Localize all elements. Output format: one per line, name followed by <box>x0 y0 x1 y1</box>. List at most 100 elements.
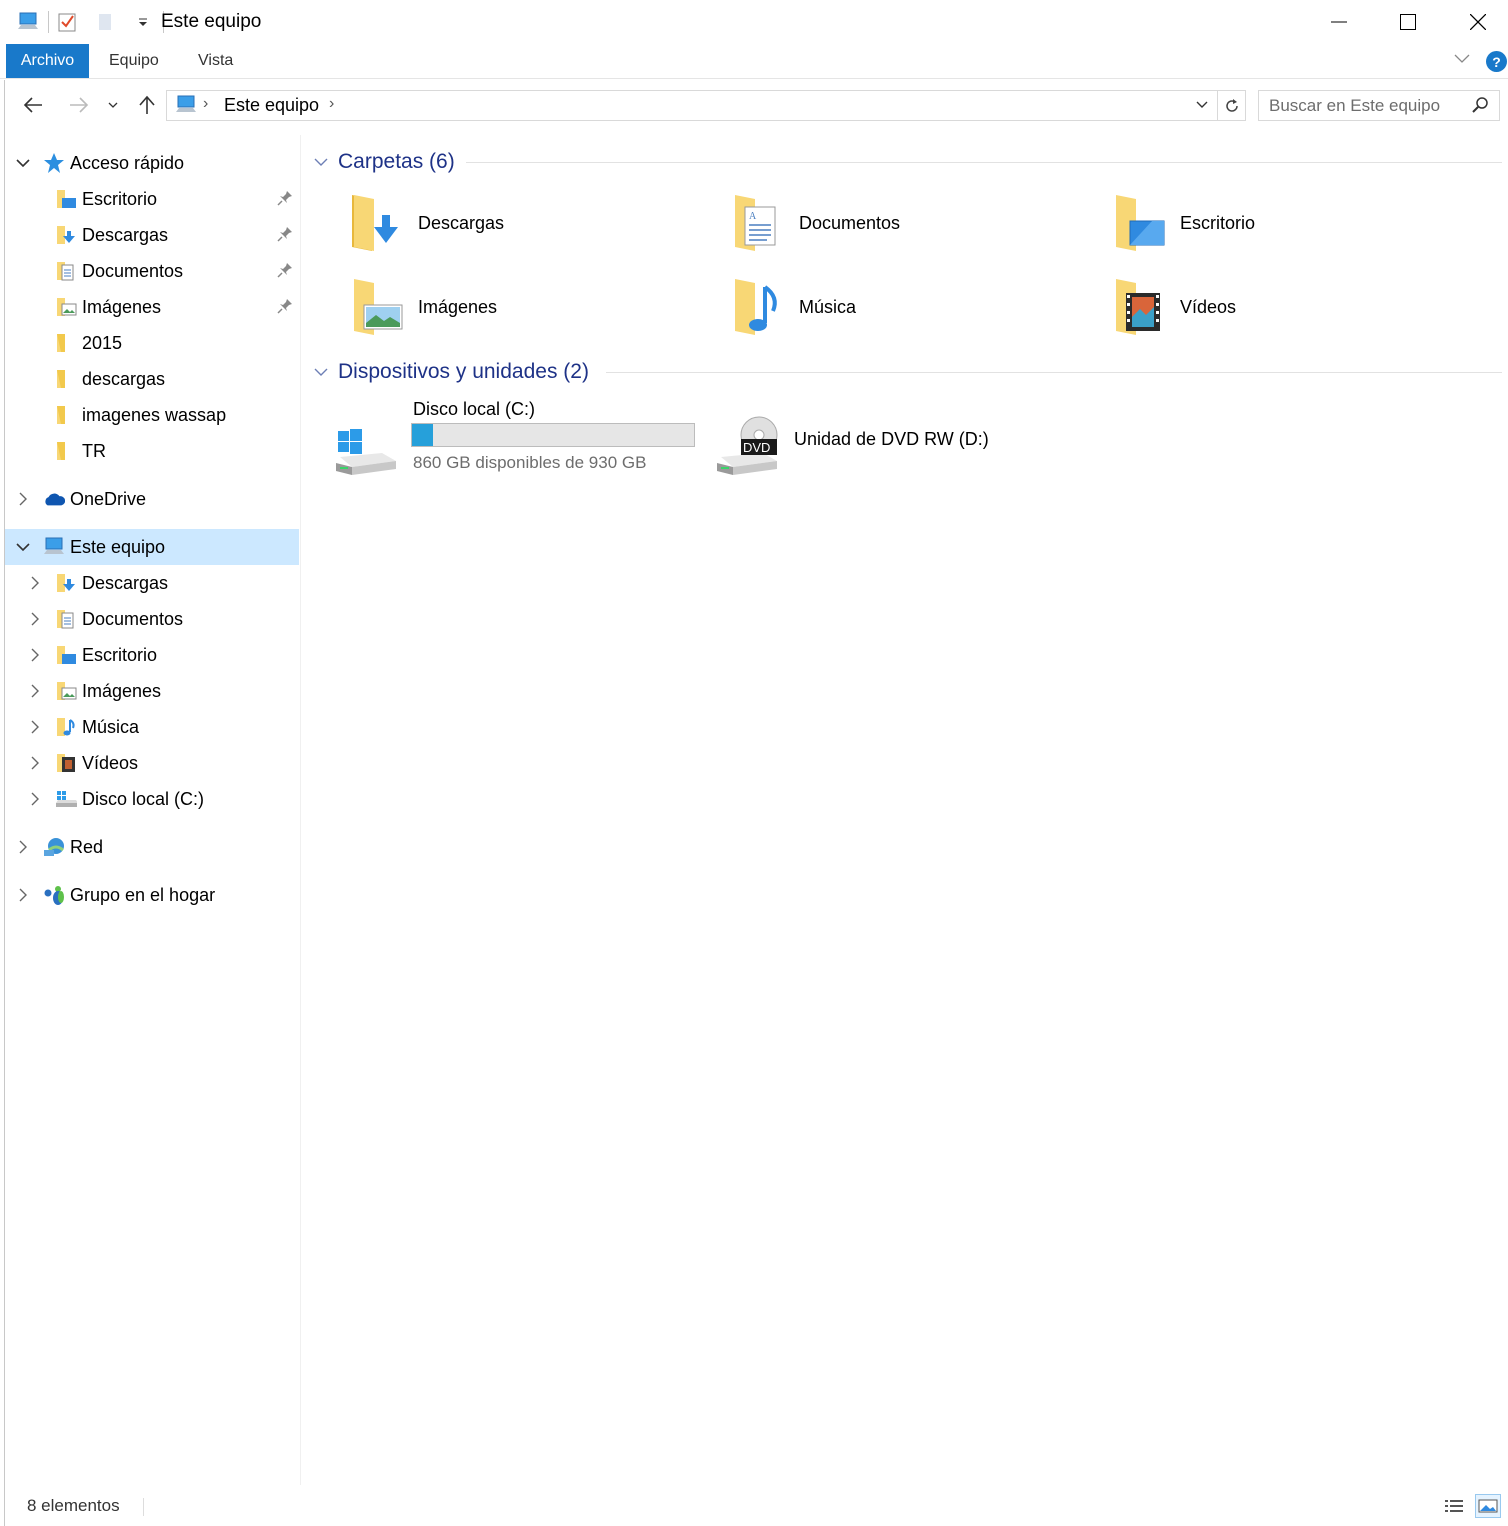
customize-toolbar-icon[interactable] <box>131 10 155 34</box>
sidebar-item-label: Descargas <box>82 224 169 245</box>
drive-free-space: 860 GB disponibles de 930 GB <box>413 453 647 472</box>
sidebar-item-descargas-lower[interactable]: descargas <box>5 361 299 397</box>
search-icon[interactable] <box>1471 96 1489 119</box>
sidebar-item-pc-musica[interactable]: Música <box>5 709 299 745</box>
search-box[interactable] <box>1258 90 1500 121</box>
computer-icon[interactable] <box>16 10 40 34</box>
folder-tile-videos[interactable]: Vídeos <box>1096 267 1456 347</box>
sidebar-item-imagenes[interactable]: Imágenes <box>5 289 299 325</box>
dvd-drive-icon: DVD <box>715 409 785 479</box>
status-bar: 8 elementos <box>5 1490 1508 1526</box>
sidebar-item-pc-documentos[interactable]: Documentos <box>5 601 299 637</box>
chevron-right-icon[interactable] <box>27 575 43 591</box>
pin-icon[interactable] <box>277 190 293 211</box>
sidebar-item-label: OneDrive <box>70 488 147 509</box>
computer-icon <box>43 536 65 558</box>
group-divider <box>466 162 1502 163</box>
recent-locations-chevron-icon[interactable] <box>98 90 128 120</box>
group-title: Carpetas (6) <box>338 150 455 173</box>
sidebar-item-grupo-hogar[interactable]: Grupo en el hogar <box>5 877 299 913</box>
up-button[interactable] <box>132 90 162 120</box>
sidebar-item-label: Escritorio <box>82 644 158 665</box>
sidebar-item-pc-descargas[interactable]: Descargas <box>5 565 299 601</box>
sidebar-item-acceso-rapido[interactable]: Acceso rápido <box>5 145 299 181</box>
chevron-right-icon[interactable] <box>15 887 31 903</box>
drive-tile-disco-local[interactable]: Disco local (C:) 860 GB disponibles de 9… <box>334 399 714 489</box>
sidebar-item-documentos[interactable]: Documentos <box>5 253 299 289</box>
sidebar-item-descargas[interactable]: Descargas <box>5 217 299 253</box>
folder-tile-imagenes[interactable]: Imágenes <box>334 267 694 347</box>
drive-label: Disco local (C:) <box>413 399 536 419</box>
sidebar-item-label: Red <box>70 836 104 857</box>
folder-tile-documentos[interactable]: A Documentos <box>715 183 1075 263</box>
chevron-right-icon[interactable] <box>27 683 43 699</box>
breadcrumb-separator[interactable]: › <box>329 95 334 113</box>
chevron-down-icon[interactable] <box>15 539 31 555</box>
group-header-dispositivos[interactable]: Dispositivos y unidades (2) <box>314 357 1504 387</box>
chevron-right-icon[interactable] <box>27 647 43 663</box>
refresh-button[interactable] <box>1217 91 1246 120</box>
forward-button[interactable] <box>64 90 94 120</box>
new-folder-icon[interactable] <box>93 10 117 34</box>
sidebar-item-2015[interactable]: 2015 <box>5 325 299 361</box>
minimize-button[interactable] <box>1304 0 1374 44</box>
address-bar[interactable]: › Este equipo › <box>166 90 1246 121</box>
sidebar-item-onedrive[interactable]: OneDrive <box>5 481 299 517</box>
sidebar-item-red[interactable]: Red <box>5 829 299 865</box>
chevron-right-icon[interactable] <box>27 719 43 735</box>
chevron-right-icon[interactable] <box>27 791 43 807</box>
details-view-button[interactable] <box>1441 1494 1467 1518</box>
group-header-carpetas[interactable]: Carpetas (6) <box>314 147 1504 177</box>
sidebar-item-pc-videos[interactable]: Vídeos <box>5 745 299 781</box>
expand-ribbon-chevron-icon[interactable] <box>1452 52 1472 71</box>
hard-drive-icon <box>55 788 77 810</box>
sidebar-item-label: Imágenes <box>82 296 162 317</box>
maximize-button[interactable] <box>1373 0 1443 44</box>
chevron-down-icon[interactable] <box>15 155 31 171</box>
address-history-chevron-icon[interactable] <box>1194 97 1210 118</box>
chevron-right-icon[interactable] <box>15 839 31 855</box>
network-icon <box>43 836 65 858</box>
downloads-folder-icon <box>55 572 77 594</box>
tab-vista[interactable]: Vista <box>198 44 233 78</box>
sidebar-item-pc-escritorio[interactable]: Escritorio <box>5 637 299 673</box>
pin-icon[interactable] <box>277 226 293 247</box>
chevron-right-icon[interactable] <box>27 611 43 627</box>
breadcrumb-este-equipo[interactable]: Este equipo <box>224 95 319 116</box>
sidebar-item-escritorio[interactable]: Escritorio <box>5 181 299 217</box>
content-pane: Carpetas (6) Descargas A Documentos Escr… <box>302 135 1508 1485</box>
folder-tile-musica[interactable]: Música <box>715 267 1075 347</box>
chevron-right-icon[interactable] <box>27 755 43 771</box>
sidebar-item-este-equipo[interactable]: Este equipo <box>5 529 299 565</box>
folder-label: Vídeos <box>1180 296 1237 317</box>
chevron-down-icon[interactable] <box>314 157 332 167</box>
tab-archivo[interactable]: Archivo <box>6 44 89 78</box>
sidebar-item-disco-local[interactable]: Disco local (C:) <box>5 781 299 817</box>
search-input[interactable] <box>1259 91 1464 120</box>
close-button[interactable] <box>1443 0 1508 44</box>
sidebar-item-label: Vídeos <box>82 752 139 773</box>
chevron-down-icon[interactable] <box>314 367 332 377</box>
large-icons-view-button[interactable] <box>1475 1494 1501 1518</box>
tab-equipo[interactable]: Equipo <box>109 44 159 78</box>
pin-icon[interactable] <box>277 298 293 319</box>
folder-tile-escritorio[interactable]: Escritorio <box>1096 183 1456 263</box>
sidebar-item-pc-imagenes[interactable]: Imágenes <box>5 673 299 709</box>
title-bar: Este equipo <box>0 0 1508 44</box>
breadcrumb-separator[interactable]: › <box>203 95 208 113</box>
properties-icon[interactable] <box>55 10 79 34</box>
item-count: 8 elementos <box>27 1496 120 1515</box>
chevron-right-icon[interactable] <box>15 491 31 507</box>
computer-icon <box>175 95 197 120</box>
pin-icon[interactable] <box>277 262 293 283</box>
help-button[interactable]: ? <box>1486 51 1507 72</box>
folder-icon <box>55 368 77 390</box>
sidebar-item-label: Este equipo <box>70 536 166 557</box>
window-title: Este equipo <box>161 11 262 32</box>
music-folder-icon <box>723 273 789 339</box>
sidebar-item-tr[interactable]: TR <box>5 433 299 469</box>
drive-tile-dvd[interactable]: DVD Unidad de DVD RW (D:) <box>715 399 1095 489</box>
sidebar-item-imagenes-wassap[interactable]: imagenes wassap <box>5 397 299 433</box>
back-button[interactable] <box>18 90 48 120</box>
folder-tile-descargas[interactable]: Descargas <box>334 183 694 263</box>
